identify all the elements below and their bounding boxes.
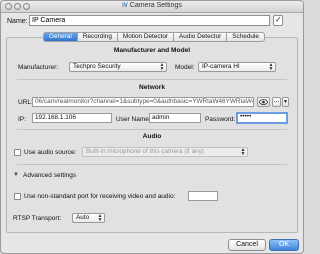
- manufacturer-section-title: Manufacturer and Model: [113, 47, 191, 54]
- use-audio-checkbox[interactable]: [14, 149, 21, 156]
- chevron-down-icon: ▼: [283, 99, 288, 105]
- audio-section-title: Audio: [142, 133, 162, 140]
- network-section-title: Network: [138, 84, 165, 91]
- advanced-settings-toggle[interactable]: Advanced settings: [23, 172, 76, 179]
- url-label: URL:: [18, 99, 33, 106]
- audio-source-value: Built-in microphone of this camera (if a…: [86, 148, 204, 155]
- camera-settings-window: iVCamera Settings Name: General Recordin…: [0, 0, 304, 254]
- updown-arrows-icon: ▲ ▼: [268, 62, 274, 72]
- manufacturer-select[interactable]: Techpro Security ▲ ▼: [69, 62, 167, 72]
- username-field[interactable]: admin: [149, 113, 201, 123]
- use-audio-label: Use audio source:: [24, 149, 77, 156]
- cancel-button[interactable]: Cancel: [228, 239, 266, 251]
- username-label: User Name:: [116, 116, 151, 123]
- tab-general[interactable]: General: [43, 32, 78, 42]
- rtsp-transport-label: RTSP Transport:: [13, 215, 62, 222]
- eye-icon: [259, 99, 268, 105]
- nonstandard-port-checkbox[interactable]: [14, 193, 21, 200]
- camera-name-input[interactable]: [29, 15, 270, 26]
- manufacturer-value: Techpro Security: [73, 63, 121, 70]
- more-options-button[interactable]: ...: [272, 97, 281, 107]
- audio-source-select[interactable]: Built-in microphone of this camera (if a…: [82, 147, 248, 157]
- model-label: Model:: [175, 64, 195, 71]
- rtsp-transport-value: Auto: [76, 214, 90, 221]
- tab-audio-detector[interactable]: Audio Detector: [174, 32, 228, 42]
- confirm-check-icon[interactable]: [273, 15, 283, 26]
- port-field[interactable]: [188, 191, 218, 201]
- nonstandard-port-label: Use non-standard port for receiving vide…: [24, 193, 176, 200]
- updown-arrows-icon: ▲ ▼: [240, 147, 246, 157]
- divider: [17, 129, 287, 130]
- manufacturer-label: Manufacturer:: [18, 64, 59, 71]
- app-icon: iV: [122, 3, 128, 9]
- ip-field[interactable]: 192.168.1.106: [32, 113, 112, 123]
- password-label: Password:: [205, 116, 236, 123]
- tab-schedule[interactable]: Schedule: [227, 32, 265, 42]
- disclosure-triangle-icon[interactable]: ▼: [13, 172, 19, 178]
- divider: [17, 79, 287, 80]
- model-value: IP-camera HI: [202, 63, 240, 70]
- ok-button[interactable]: OK: [269, 239, 299, 251]
- title-bar: iV Camera Settings: [1, 1, 303, 13]
- tab-bar: General Recording Motion Detector Audio …: [43, 32, 265, 42]
- show-url-button[interactable]: [257, 97, 270, 107]
- window-title: Camera Settings: [129, 2, 182, 9]
- updown-arrows-icon: ▲ ▼: [159, 62, 165, 72]
- tab-motion-detector[interactable]: Motion Detector: [117, 32, 174, 42]
- tab-recording[interactable]: Recording: [77, 32, 118, 42]
- model-select[interactable]: IP-camera HI ▲ ▼: [198, 62, 276, 72]
- password-field[interactable]: •••••: [236, 112, 288, 124]
- rtsp-transport-select[interactable]: Auto ▲ ▼: [72, 213, 105, 223]
- name-label: Name:: [7, 18, 28, 25]
- ip-label: IP:: [18, 116, 26, 123]
- divider: [17, 164, 287, 165]
- updown-arrows-icon: ▲ ▼: [97, 213, 103, 223]
- more-dropdown-button[interactable]: ▼: [282, 97, 289, 107]
- url-field[interactable]: 06/cam/realmonitor?channel=1&subtype=0&a…: [32, 97, 254, 107]
- window-title-area: iV Camera Settings: [1, 2, 303, 9]
